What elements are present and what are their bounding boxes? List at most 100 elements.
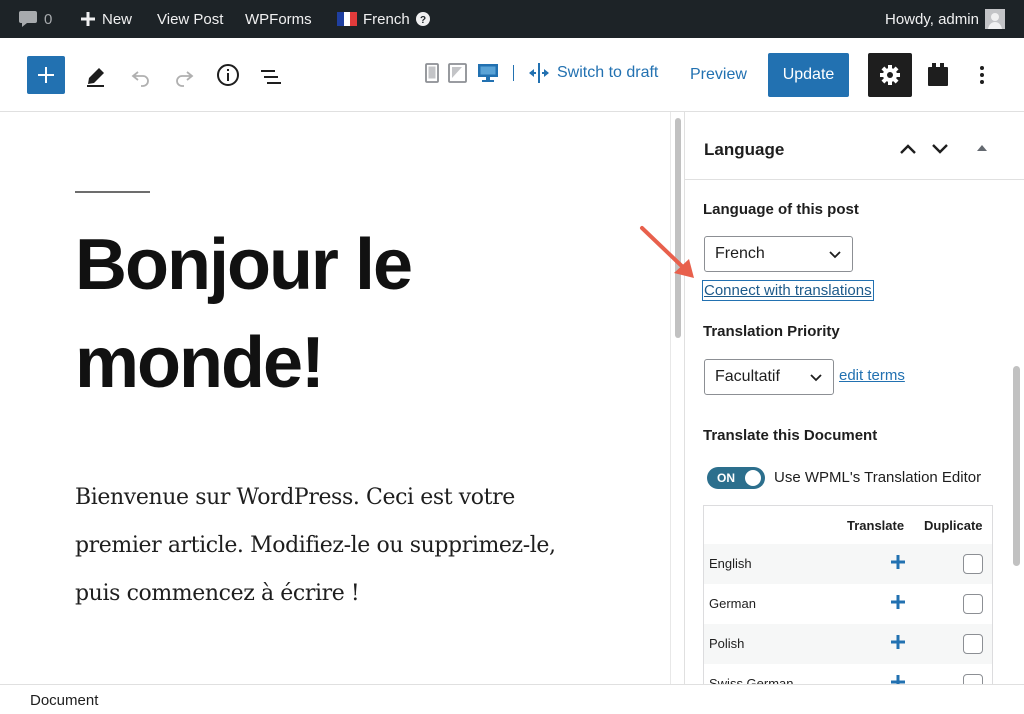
settings-sidebar: Language Language of this post French Co… bbox=[684, 112, 1024, 684]
translation-editor-label: Use WPML's Translation Editor bbox=[774, 469, 982, 486]
post-title-line-1: Bonjour le bbox=[75, 225, 413, 305]
row-language-name: German bbox=[709, 596, 756, 611]
table-row: English bbox=[704, 544, 992, 584]
language-label: French bbox=[363, 10, 410, 28]
sidebar-scrollbar-thumb[interactable] bbox=[1013, 366, 1020, 566]
wpforms-menu[interactable]: WPForms bbox=[245, 0, 312, 38]
switch-to-draft-button[interactable]: Switch to draft bbox=[527, 61, 658, 85]
translation-priority-select[interactable]: Facultatif bbox=[704, 359, 834, 395]
undo-button[interactable] bbox=[129, 65, 153, 89]
paragraph-line-2: premier article. Modifiez-le ou supprime… bbox=[75, 533, 556, 558]
preview-button[interactable]: Preview bbox=[690, 66, 747, 84]
translation-editor-toggle[interactable]: ON bbox=[707, 467, 765, 489]
translation-priority-label: Translation Priority bbox=[703, 323, 840, 340]
plus-icon bbox=[891, 555, 905, 569]
duplicate-checkbox[interactable] bbox=[963, 634, 983, 654]
translations-table: Translate Duplicate English German Polis… bbox=[703, 505, 993, 684]
comments-count: 0 bbox=[44, 10, 53, 28]
duplicate-checkbox[interactable] bbox=[963, 594, 983, 614]
add-translation-button[interactable] bbox=[889, 673, 907, 684]
undo-icon bbox=[131, 71, 149, 87]
add-translation-button[interactable] bbox=[889, 593, 907, 611]
preview-desktop-button[interactable] bbox=[477, 62, 499, 84]
redo-button[interactable] bbox=[172, 65, 196, 89]
view-post-link[interactable]: View Post bbox=[157, 0, 223, 38]
account-menu[interactable]: Howdy, admin bbox=[885, 0, 1005, 38]
table-row: Swiss German bbox=[704, 664, 992, 684]
connect-with-translations-link[interactable]: Connect with translations bbox=[702, 280, 874, 301]
post-title-line-2: monde! bbox=[75, 323, 325, 403]
editor-footer: Document bbox=[0, 684, 1024, 714]
duplicate-checkbox[interactable] bbox=[963, 554, 983, 574]
plugin-panel-button[interactable] bbox=[927, 63, 949, 87]
language-switcher[interactable]: French ? bbox=[337, 0, 430, 38]
chevron-up-icon bbox=[900, 144, 916, 154]
duplicate-checkbox[interactable] bbox=[963, 674, 983, 684]
pencil-icon bbox=[87, 68, 104, 87]
details-button[interactable] bbox=[216, 63, 240, 87]
info-icon bbox=[217, 64, 239, 86]
split-icon bbox=[529, 63, 549, 83]
plus-icon bbox=[38, 67, 54, 83]
paragraph-line-3: puis commencez à écrire ! bbox=[75, 581, 360, 606]
plus-icon bbox=[891, 675, 905, 684]
add-translation-button[interactable] bbox=[889, 553, 907, 571]
toggle-state-text: ON bbox=[717, 471, 735, 485]
language-select-value: French bbox=[715, 245, 765, 262]
plus-icon bbox=[891, 595, 905, 609]
priority-select-value: Facultatif bbox=[715, 368, 780, 385]
translate-document-label: Translate this Document bbox=[703, 427, 878, 444]
toggle-knob bbox=[745, 470, 761, 486]
row-language-name: Polish bbox=[709, 636, 745, 651]
table-row: German bbox=[704, 584, 992, 624]
editor-canvas[interactable]: Bonjour le monde! Bienvenue sur WordPres… bbox=[0, 112, 670, 684]
desktop-device-icon bbox=[478, 64, 498, 82]
settings-button[interactable] bbox=[868, 53, 912, 97]
column-header-translate: Translate bbox=[847, 518, 905, 533]
chevron-down-icon bbox=[809, 370, 823, 384]
gear-icon bbox=[880, 65, 900, 85]
french-flag-icon bbox=[337, 12, 357, 26]
list-view-button[interactable] bbox=[259, 65, 283, 89]
view-post-label: View Post bbox=[157, 10, 224, 28]
comments-menu[interactable]: 0 bbox=[18, 0, 52, 38]
language-panel-header[interactable]: Language bbox=[685, 112, 1024, 180]
row-language-name: English bbox=[709, 556, 752, 571]
preview-tablet-button[interactable] bbox=[448, 63, 468, 83]
separator-block bbox=[75, 191, 150, 193]
canvas-scrollbar[interactable] bbox=[670, 112, 684, 684]
row-language-name: Swiss German bbox=[709, 676, 794, 684]
move-up-button[interactable] bbox=[898, 141, 918, 157]
more-vertical-icon bbox=[980, 66, 984, 84]
add-translation-button[interactable] bbox=[889, 633, 907, 651]
sidebar-scrollbar[interactable] bbox=[1008, 112, 1024, 684]
collapse-panel-button[interactable] bbox=[976, 143, 988, 153]
language-select[interactable]: French bbox=[704, 236, 853, 272]
new-content-menu[interactable]: New bbox=[80, 0, 132, 38]
post-title[interactable]: Bonjour le monde! bbox=[75, 216, 635, 412]
comment-bubble-icon bbox=[18, 10, 38, 28]
wpforms-label: WPForms bbox=[245, 10, 312, 28]
breadcrumb-document[interactable]: Document bbox=[30, 692, 98, 709]
avatar bbox=[984, 9, 1005, 29]
plus-icon bbox=[80, 11, 96, 27]
chevron-down-icon bbox=[932, 144, 948, 154]
block-inserter-button[interactable] bbox=[27, 56, 65, 94]
redo-icon bbox=[176, 71, 194, 87]
edit-terms-link[interactable]: edit terms bbox=[839, 367, 905, 384]
svg-text:?: ? bbox=[420, 15, 426, 26]
paragraph-block[interactable]: Bienvenue sur WordPress. Ceci est votre … bbox=[75, 474, 585, 618]
help-icon: ? bbox=[415, 12, 430, 26]
mobile-device-icon bbox=[425, 63, 439, 83]
howdy-label: Howdy, admin bbox=[885, 10, 979, 28]
tools-button[interactable] bbox=[84, 65, 108, 89]
language-of-post-label: Language of this post bbox=[703, 201, 859, 218]
plus-icon bbox=[891, 635, 905, 649]
options-menu-button[interactable] bbox=[972, 65, 992, 85]
move-down-button[interactable] bbox=[930, 141, 950, 157]
list-view-icon bbox=[261, 70, 281, 84]
update-button[interactable]: Update bbox=[768, 53, 849, 97]
preview-mobile-button[interactable] bbox=[425, 63, 439, 83]
table-row: Polish bbox=[704, 624, 992, 664]
admin-bar: 0 New View Post WPForms French ? Howdy, … bbox=[0, 0, 1024, 38]
